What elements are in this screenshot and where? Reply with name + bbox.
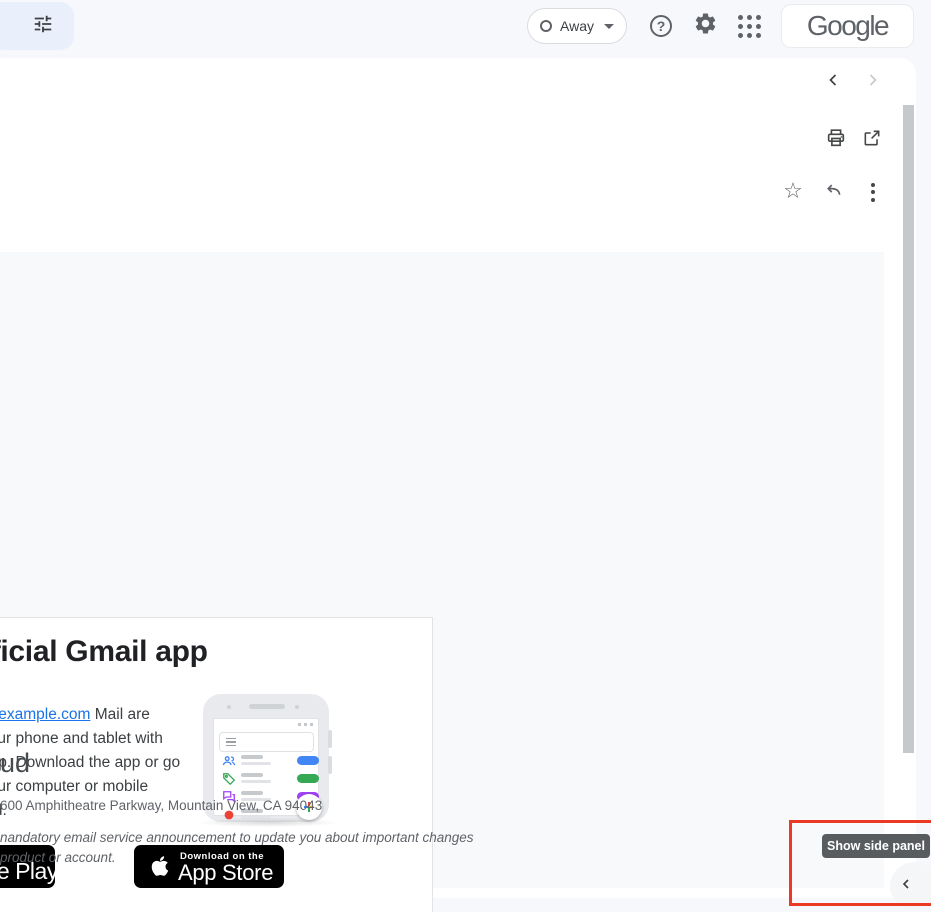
phone-side-button	[328, 730, 332, 748]
settings-button[interactable]	[685, 6, 725, 46]
help-icon: ?	[650, 15, 672, 37]
phone-searchbar	[219, 732, 314, 752]
hamburger-icon	[226, 738, 236, 747]
show-side-panel-tooltip: Show side panel	[822, 834, 930, 858]
promo-heading: fficial Gmail app	[0, 635, 208, 669]
star-icon: ☆	[783, 181, 803, 203]
scrollbar-thumb[interactable]	[903, 105, 914, 753]
chevron-right-icon	[863, 70, 883, 95]
phone-list-row	[214, 771, 320, 787]
older-email-button[interactable]	[855, 64, 891, 100]
gear-icon	[693, 11, 718, 41]
apple-icon	[147, 853, 173, 884]
disclaimer-line: nandatory email service announcement to …	[0, 830, 474, 845]
sender-brand-text: ud	[0, 748, 30, 779]
reply-icon	[823, 179, 844, 205]
google-logo: Google	[807, 10, 888, 42]
apps-grid-icon	[738, 15, 761, 38]
newer-email-button[interactable]	[815, 64, 851, 100]
help-button[interactable]: ?	[641, 6, 681, 46]
status-chip-label: Away	[560, 18, 594, 34]
phone-speaker	[249, 704, 285, 709]
tune-button[interactable]	[0, 2, 74, 50]
phone-camera-dot	[295, 705, 299, 709]
print-button[interactable]	[818, 122, 854, 158]
tune-icon	[32, 13, 54, 40]
apps-button[interactable]	[729, 6, 769, 46]
phone-shadow	[196, 818, 340, 827]
email-body: fficial Gmail app of example.com Mail ar…	[0, 252, 884, 888]
chevron-left-icon	[823, 70, 843, 95]
status-chip[interactable]: Away	[527, 8, 627, 44]
address-text: 600 Amphitheatre Parkway, Mountain View,…	[0, 798, 322, 813]
show-side-panel-button[interactable]	[890, 862, 931, 910]
appstore-badge-main-text: App Store	[178, 860, 273, 886]
phone-camera-dot	[227, 705, 231, 709]
green-pill	[297, 774, 319, 783]
more-vert-icon	[871, 183, 875, 202]
phone-side-button	[328, 756, 332, 774]
phone-list-row	[214, 753, 320, 769]
disclaimer-line: product or account.	[0, 850, 116, 865]
caret-down-icon	[604, 24, 614, 29]
print-icon	[825, 127, 847, 154]
google-logo-box: Google	[781, 4, 914, 48]
paragraph-line: of example.com Mail are	[0, 703, 180, 727]
chevron-left-icon	[898, 876, 914, 897]
reply-button[interactable]	[815, 174, 851, 210]
star-button[interactable]: ☆	[775, 174, 811, 210]
more-options-button[interactable]	[855, 174, 891, 210]
gmail-window: Away ? Google	[0, 0, 931, 912]
gmail-app-promo-card: fficial Gmail app of example.com Mail ar…	[0, 617, 433, 912]
app-store-badge[interactable]: Download on the App Store	[134, 845, 284, 888]
open-in-new-window-button[interactable]	[854, 122, 890, 158]
presence-circle-icon	[540, 20, 552, 32]
open-in-new-icon	[862, 128, 882, 153]
blue-pill	[297, 756, 319, 765]
example-link[interactable]: example.com	[0, 706, 90, 723]
phone-status-icons	[298, 723, 313, 726]
